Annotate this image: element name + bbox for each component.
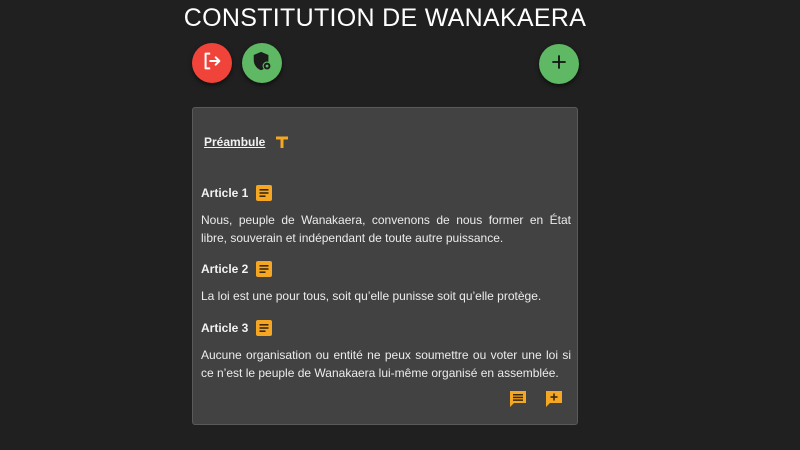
- add-comment-icon[interactable]: [545, 390, 563, 408]
- article-note-icon[interactable]: [256, 185, 273, 201]
- article-title: Article 3: [201, 321, 249, 335]
- card-actions: [509, 390, 563, 408]
- article-note-icon[interactable]: [256, 320, 273, 336]
- article-item: Article 3 Aucune organisation ou entité …: [201, 318, 571, 382]
- article-title: Article 1: [201, 186, 249, 200]
- article-text: Nous, peuple de Wanakaera, convenons de …: [201, 213, 571, 245]
- add-article-button[interactable]: [539, 44, 579, 84]
- text-format-icon[interactable]: [275, 135, 289, 149]
- preamble-row: Préambule: [204, 135, 289, 149]
- preamble-link[interactable]: Préambule: [204, 135, 265, 149]
- article-note-icon[interactable]: [256, 261, 273, 277]
- article-item: Article 1 Nous, peuple de Wanakaera, con…: [201, 183, 571, 247]
- logout-button[interactable]: [192, 43, 232, 83]
- logout-icon: [201, 50, 223, 77]
- page-title: CONSTITUTION DE WANAKAERA: [183, 4, 587, 32]
- constitution-card: Préambule Article 1 Nous, peuple de Wana…: [192, 107, 578, 425]
- plus-icon: [551, 54, 567, 75]
- admin-button[interactable]: [242, 43, 282, 83]
- shield-admin-icon: [251, 50, 273, 77]
- article-text: La loi est une pour tous, soit qu’elle p…: [201, 289, 542, 303]
- comment-icon[interactable]: [509, 390, 527, 408]
- article-text: Aucune organisation ou entité ne peux so…: [201, 348, 571, 380]
- article-item: Article 2 La loi est une pour tous, soit…: [201, 259, 571, 305]
- article-title: Article 2: [201, 262, 249, 276]
